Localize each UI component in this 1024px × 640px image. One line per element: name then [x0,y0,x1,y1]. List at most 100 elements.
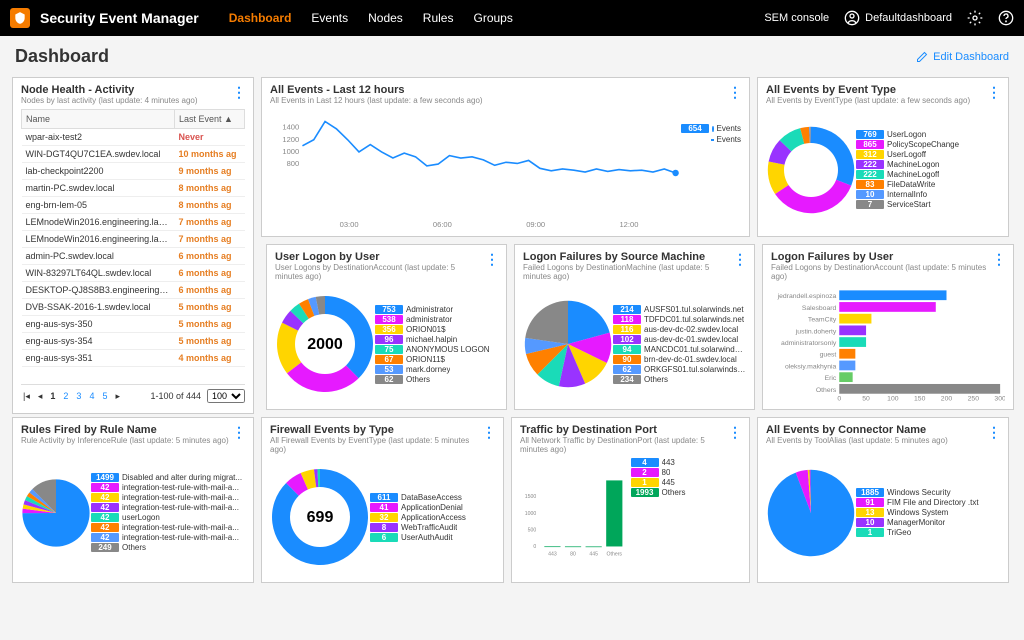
nav-rules[interactable]: Rules [423,11,454,25]
svg-text:06:00: 06:00 [433,220,452,229]
user-menu[interactable]: Defaultdashboard [844,10,952,26]
legend-item[interactable]: 13Windows System [856,508,1000,517]
legend-item[interactable]: 42userLogon [91,513,245,522]
table-row[interactable]: eng-aus-sys-3505 months ag [22,316,245,333]
card-menu-icon[interactable]: ⋮ [728,424,741,441]
table-row[interactable]: LEMnodeWin2016.engineering.lab.brno7 mon… [22,214,245,231]
legend-item[interactable]: 42integration-test-rule-with-mail-a... [91,493,245,502]
legend-label: DataBaseAccess [401,493,462,502]
card-menu-icon[interactable]: ⋮ [232,424,245,441]
console-link[interactable]: SEM console [764,12,829,24]
nav-events[interactable]: Events [311,11,348,25]
nav-groups[interactable]: Groups [473,11,512,25]
edit-dashboard-button[interactable]: Edit Dashboard [916,51,1009,63]
legend-item[interactable]: 6UserAuthAudit [370,533,495,542]
legend-item[interactable]: 8WebTrafficAudit [370,523,495,532]
table-row[interactable]: wpar-aix-test2Never [22,129,245,146]
col-last-event[interactable]: Last Event ▲ [175,110,245,129]
card-menu-icon[interactable]: ⋮ [232,84,245,101]
cell-name: DVB-SSAK-2016-1.swdev.local [22,299,175,316]
legend-item[interactable]: 10ManagerMonitor [856,518,1000,527]
legend-item[interactable]: 7ServiceStart [856,200,1000,209]
legend-item[interactable]: 62Others [375,375,498,384]
card-menu-icon[interactable]: ⋮ [987,424,1000,441]
legend-item[interactable]: 42integration-test-rule-with-mail-a... [91,483,245,492]
legend-item[interactable]: 280 [631,468,742,477]
col-name[interactable]: Name [22,110,175,129]
pager-page[interactable]: 5 [100,391,109,401]
table-row[interactable]: lab-checkpoint22009 months ag [22,163,245,180]
nav-dashboard[interactable]: Dashboard [229,11,292,25]
legend-item[interactable]: 1499Disabled and alter during migrat... [91,473,245,482]
nav-nodes[interactable]: Nodes [368,11,403,25]
legend-item[interactable]: 1445 [631,478,742,487]
legend-item[interactable]: 32ApplicationAccess [370,513,495,522]
card-menu-icon[interactable]: ⋮ [987,84,1000,101]
table-row[interactable]: WIN-DGT4QU7C1EA.swdev.local10 months ag [22,146,245,163]
legend-item[interactable]: 83FileDataWrite [856,180,1000,189]
pager-summary: 1-100 of 444 [148,391,203,401]
legend-badge: 312 [856,150,884,159]
legend-item[interactable]: 96michael.halpin [375,335,498,344]
legend-item[interactable]: 118TDFDC01.tul.solarwinds.net [613,315,746,324]
legend-item[interactable]: 42integration-test-rule-with-mail-a... [91,523,245,532]
legend-item[interactable]: 222MachineLogoff [856,170,1000,179]
legend-item[interactable]: 116aus-dev-dc-02.swdev.local [613,325,746,334]
card-menu-icon[interactable]: ⋮ [728,84,741,101]
table-row[interactable]: WIN-83297LT64QL.swdev.local6 months ag [22,265,245,282]
pager-next-icon[interactable]: ▸ [113,391,122,402]
table-row[interactable]: admin-PC.swdev.local6 months ag [22,248,245,265]
table-row[interactable]: DESKTOP-QJ8S8B3.engineering.lab.brno6 mo… [22,282,245,299]
table-row[interactable]: eng-brn-lem-058 months ag [22,197,245,214]
svg-text:200: 200 [941,396,953,403]
legend-item[interactable]: 102aus-dev-dc-01.swdev.local [613,335,746,344]
pager-page[interactable]: 3 [74,391,83,401]
legend-item[interactable]: 1885Windows Security [856,488,1000,497]
legend-item[interactable]: 4443 [631,458,742,467]
legend-item[interactable]: 1TriGeo [856,528,1000,537]
pager-first-icon[interactable]: |◂ [21,391,32,402]
legend-item[interactable]: 234Others [613,375,746,384]
legend-item[interactable]: 10InternalInfo [856,190,1000,199]
help-icon[interactable] [998,10,1014,26]
legend-item[interactable]: 53mark.dorney [375,365,498,374]
table-row[interactable]: martin-PC.swdev.local8 months ag [22,180,245,197]
legend-item[interactable]: 538administrator [375,315,498,324]
legend-label: 80 [662,468,671,477]
pager-page[interactable]: 4 [87,391,96,401]
legend-item[interactable]: 249Others [91,543,245,552]
legend-item[interactable]: 865PolicyScopeChange [856,140,1000,149]
legend-item[interactable]: 753Administrator [375,305,498,314]
legend-item[interactable]: 62ORKGFS01.tul.solarwinds.net [613,365,746,374]
settings-icon[interactable] [967,10,983,26]
table-row[interactable]: eng-aus-sys-3545 months ag [22,333,245,350]
legend-item[interactable]: 611DataBaseAccess [370,493,495,502]
legend-item[interactable]: 67ORION11$ [375,355,498,364]
legend-item[interactable]: 312UserLogoff [856,150,1000,159]
legend-item[interactable]: 91FIM File and Directory .txt [856,498,1000,507]
legend-item[interactable]: 214AUSFS01.tul.solarwinds.net [613,305,746,314]
card-menu-icon[interactable]: ⋮ [482,424,495,441]
legend-item[interactable]: 356ORION01$ [375,325,498,334]
pager-page[interactable]: 1 [48,391,57,401]
legend-item[interactable]: 222MachineLogon [856,160,1000,169]
table-row[interactable]: DVB-SSAK-2016-1.swdev.local5 months ag [22,299,245,316]
card-menu-icon[interactable]: ⋮ [992,251,1005,268]
legend-item[interactable]: 75ANONYMOUS LOGON [375,345,498,354]
pie-chart [21,478,91,548]
legend-item[interactable]: 769UserLogon [856,130,1000,139]
pager-prev-icon[interactable]: ◂ [36,391,45,402]
legend-label: aus-dev-dc-02.swdev.local [644,325,738,334]
pager-size-select[interactable]: 100 [207,389,245,403]
table-row[interactable]: eng-aus-sys-3514 months ag [22,350,245,367]
legend-item[interactable]: 1993Others [631,488,742,497]
legend-item[interactable]: 42integration-test-rule-with-mail-a... [91,503,245,512]
legend-item[interactable]: 42integration-test-rule-with-mail-a... [91,533,245,542]
legend-item[interactable]: 94MANCDC01.tul.solarwinds.net [613,345,746,354]
table-row[interactable]: LEMnodeWin2016.engineering.lab.brno7 mon… [22,231,245,248]
legend-item[interactable]: 41ApplicationDenial [370,503,495,512]
pager-page[interactable]: 2 [61,391,70,401]
card-menu-icon[interactable]: ⋮ [485,251,498,268]
card-menu-icon[interactable]: ⋮ [733,251,746,268]
legend-item[interactable]: 90brn-dev-dc-01.swdev.local [613,355,746,364]
